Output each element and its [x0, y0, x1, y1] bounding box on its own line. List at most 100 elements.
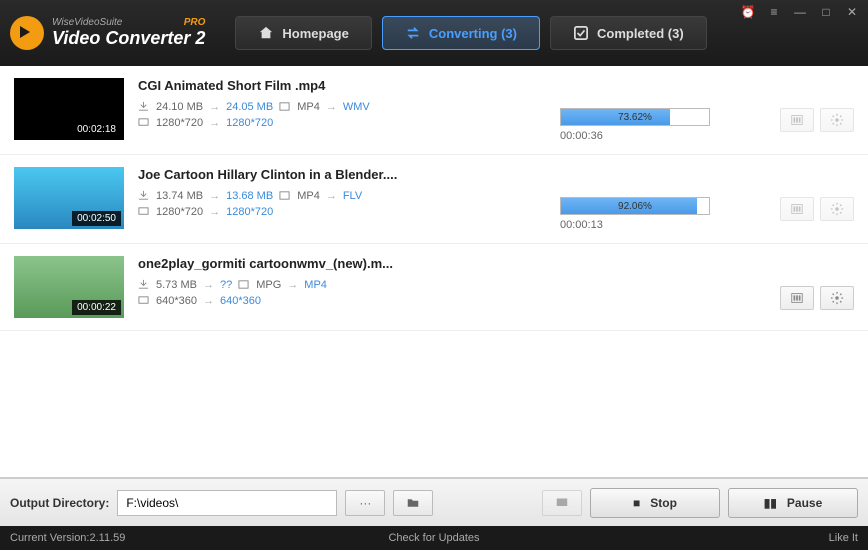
- edit-button[interactable]: [780, 286, 814, 310]
- edit-button[interactable]: [780, 108, 814, 132]
- format-out: MP4: [304, 279, 327, 291]
- format-in: MP4: [297, 190, 320, 202]
- item-actions: [764, 78, 854, 132]
- item-title: one2play_gormiti cartoonwmv_(new).m...: [138, 256, 546, 271]
- item-info: Joe Cartoon Hillary Clinton in a Blender…: [138, 167, 546, 222]
- convert-icon: [405, 25, 421, 41]
- pause-icon: ▮▮: [764, 496, 777, 510]
- pause-label: Pause: [787, 496, 822, 510]
- version-label: Current Version:: [10, 532, 89, 544]
- edit-button[interactable]: [780, 197, 814, 221]
- size-out: 13.68 MB: [226, 190, 273, 202]
- format-icon: [238, 279, 250, 291]
- video-thumbnail[interactable]: 00:02:18: [14, 78, 124, 140]
- resolution-out: 1280*720: [226, 117, 273, 129]
- video-thumbnail[interactable]: 00:02:50: [14, 167, 124, 229]
- arrow-icon: →: [203, 279, 214, 291]
- settings-button[interactable]: [820, 286, 854, 310]
- preview-button[interactable]: [542, 490, 582, 516]
- progress-bar: 92.06%: [560, 197, 710, 215]
- titlebar: WiseVideoSuite PRO Video Converter 2 Hom…: [0, 0, 868, 66]
- output-label: Output Directory:: [10, 496, 109, 510]
- item-info: one2play_gormiti cartoonwmv_(new).m... 5…: [138, 256, 546, 311]
- progress-column: [560, 256, 750, 286]
- arrow-icon: →: [203, 295, 214, 307]
- stop-button[interactable]: ■ Stop: [590, 488, 720, 518]
- size-out: ??: [220, 279, 232, 291]
- progress-text: 73.62%: [561, 109, 709, 127]
- minimize-button[interactable]: —: [792, 4, 808, 20]
- suite-name: WiseVideoSuite: [52, 17, 122, 28]
- arrow-icon: →: [209, 101, 220, 113]
- check-updates-link[interactable]: Check for Updates: [388, 532, 479, 544]
- pro-badge: PRO: [184, 17, 206, 28]
- browse-button[interactable]: ···: [345, 490, 385, 516]
- format-icon: [279, 190, 291, 202]
- time-remaining: 00:00:36: [560, 130, 750, 142]
- item-info: CGI Animated Short Film .mp4 24.10 MB → …: [138, 78, 546, 133]
- format-out: WMV: [343, 101, 370, 113]
- window-controls: ⏰ ≡ — □ ✕: [740, 4, 860, 20]
- stop-icon: ■: [633, 496, 640, 510]
- list-item[interactable]: 00:02:50 Joe Cartoon Hillary Clinton in …: [0, 155, 868, 244]
- item-title: Joe Cartoon Hillary Clinton in a Blender…: [138, 167, 546, 182]
- tab-completed[interactable]: Completed (3): [550, 16, 707, 50]
- tab-label: Completed (3): [597, 26, 684, 41]
- settings-button[interactable]: [820, 197, 854, 221]
- size-in: 24.10 MB: [156, 101, 203, 113]
- resolution-icon: [138, 295, 150, 307]
- progress-text: 92.06%: [561, 198, 709, 216]
- conversion-list: 00:02:18 CGI Animated Short Film .mp4 24…: [0, 66, 868, 478]
- check-icon: [573, 25, 589, 41]
- status-bar: Current Version: 2.11.59 Check for Updat…: [0, 526, 868, 550]
- menu-icon[interactable]: ≡: [766, 4, 782, 20]
- resolution-in: 1280*720: [156, 206, 203, 218]
- progress-column: 73.62% 00:00:36: [560, 78, 750, 142]
- close-button[interactable]: ✕: [844, 4, 860, 20]
- like-it-link[interactable]: Like It: [829, 532, 858, 544]
- progress-column: 92.06% 00:00:13: [560, 167, 750, 231]
- pause-button[interactable]: ▮▮ Pause: [728, 488, 858, 518]
- item-title: CGI Animated Short Film .mp4: [138, 78, 546, 93]
- resolution-out: 640*360: [220, 295, 261, 307]
- settings-button[interactable]: [820, 108, 854, 132]
- arrow-icon: →: [209, 190, 220, 202]
- open-folder-button[interactable]: [393, 490, 433, 516]
- item-actions: [764, 256, 854, 310]
- video-thumbnail[interactable]: 00:00:22: [14, 256, 124, 318]
- alarm-icon[interactable]: ⏰: [740, 4, 756, 20]
- progress-bar: 73.62%: [560, 108, 710, 126]
- duration-badge: 00:02:18: [72, 122, 121, 137]
- tab-homepage[interactable]: Homepage: [235, 16, 371, 50]
- arrow-icon: →: [209, 117, 220, 129]
- duration-badge: 00:00:22: [72, 300, 121, 315]
- tab-converting[interactable]: Converting (3): [382, 16, 540, 50]
- home-icon: [258, 25, 274, 41]
- resolution-in: 640*360: [156, 295, 197, 307]
- bottom-bar: Output Directory: ··· ■ Stop ▮▮ Pause: [0, 478, 868, 526]
- duration-badge: 00:02:50: [72, 211, 121, 226]
- resolution-in: 1280*720: [156, 117, 203, 129]
- tab-label: Converting (3): [429, 26, 517, 41]
- download-icon: [138, 101, 150, 113]
- size-in: 13.74 MB: [156, 190, 203, 202]
- format-icon: [279, 101, 291, 113]
- stop-label: Stop: [650, 496, 677, 510]
- tab-label: Homepage: [282, 26, 348, 41]
- arrow-icon: →: [287, 279, 298, 291]
- format-in: MP4: [297, 101, 320, 113]
- resolution-icon: [138, 117, 150, 129]
- arrow-icon: →: [209, 206, 220, 218]
- size-out: 24.05 MB: [226, 101, 273, 113]
- version-number: 2.11.59: [89, 532, 125, 544]
- arrow-icon: →: [326, 101, 337, 113]
- item-actions: [764, 167, 854, 221]
- list-item[interactable]: 00:00:22 one2play_gormiti cartoonwmv_(ne…: [0, 244, 868, 331]
- resolution-out: 1280*720: [226, 206, 273, 218]
- app-logo: WiseVideoSuite PRO Video Converter 2: [10, 16, 205, 50]
- format-in: MPG: [256, 279, 281, 291]
- output-path-input[interactable]: [117, 490, 337, 516]
- maximize-button[interactable]: □: [818, 4, 834, 20]
- list-item[interactable]: 00:02:18 CGI Animated Short Film .mp4 24…: [0, 66, 868, 155]
- download-icon: [138, 279, 150, 291]
